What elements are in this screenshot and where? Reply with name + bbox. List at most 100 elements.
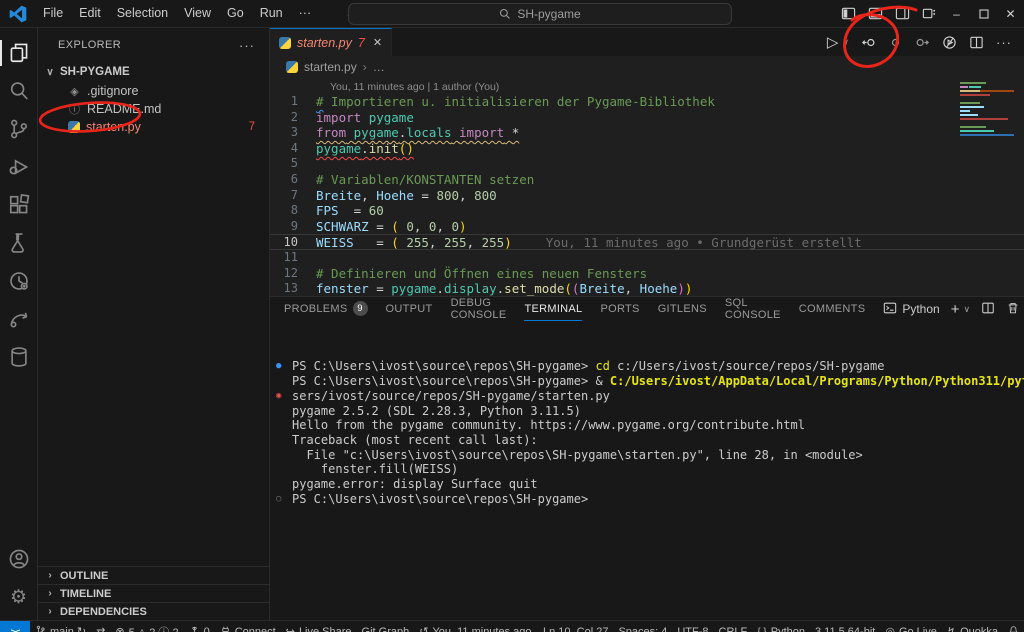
next-change-button[interactable] (915, 35, 930, 50)
toggle-secondary-sidebar-button[interactable] (889, 0, 916, 27)
remote-indicator[interactable]: >< (0, 621, 30, 632)
more-actions-button[interactable]: ··· (996, 35, 1012, 50)
section-outline[interactable]: ›OUTLINE (38, 566, 269, 584)
change-indicator-icon[interactable] (888, 35, 903, 50)
git-branch[interactable]: main ↻ (30, 621, 91, 632)
code-line-6[interactable]: 6# Variablen/KONSTANTEN setzen (270, 172, 1024, 188)
menu-file[interactable]: File (35, 0, 71, 27)
cursor-position[interactable]: Ln 10, Col 27 (538, 621, 613, 632)
terminal-shell-label[interactable]: Python (902, 302, 939, 316)
menu-edit[interactable]: Edit (71, 0, 109, 27)
line-number: 1 (270, 94, 316, 110)
gitlens-blame[interactable]: ↺You, 11 minutes ago (414, 621, 536, 632)
quokka[interactable]: ↯Quokka (942, 621, 1003, 632)
code-line-12[interactable]: 12# Definieren und Öffnen eines neuen Fe… (270, 266, 1024, 282)
line-number: 13 (270, 281, 316, 296)
code-line-9[interactable]: 9SCHWARZ = ( 0, 0, 0) (270, 219, 1024, 235)
breadcrumb[interactable]: starten.py › … (270, 56, 1024, 78)
ports-forwarded[interactable]: 0 (184, 621, 215, 632)
toggle-primary-sidebar-button[interactable] (835, 0, 862, 27)
menu-view[interactable]: View (176, 0, 219, 27)
panel-tab-ports[interactable]: PORTS (600, 297, 639, 321)
menu-[interactable]: ··· (291, 0, 320, 27)
code-line-13[interactable]: 13fenster = pygame.display.set_mode((Bre… (270, 281, 1024, 296)
testing-icon[interactable] (0, 224, 38, 262)
previous-change-button[interactable] (861, 35, 876, 50)
explorer-root-folder[interactable]: ∨ SH-PYGAME (38, 62, 269, 82)
customize-layout-button[interactable] (916, 0, 943, 27)
explorer-icon[interactable] (0, 34, 38, 72)
menu-go[interactable]: Go (219, 0, 252, 27)
panel-tab-comments[interactable]: COMMENTS (799, 297, 866, 321)
code-line-4[interactable]: 4pygame.init() (270, 141, 1024, 157)
code-line-3[interactable]: 3from pygame.locals import * (270, 125, 1024, 141)
search-sidebar-icon[interactable] (0, 72, 38, 110)
notifications-bell[interactable] (1003, 621, 1024, 632)
live-share-icon[interactable] (0, 300, 38, 338)
run-or-debug-button[interactable] (942, 35, 957, 50)
kill-terminal-button[interactable] (1006, 301, 1020, 318)
explorer-more-actions[interactable]: ··· (239, 38, 255, 53)
extensions-icon[interactable] (0, 186, 38, 224)
code-line-2[interactable]: 2import pygame (270, 110, 1024, 126)
activity-bar: ⚙ (0, 28, 38, 620)
live-share[interactable]: ↪Live Share (281, 621, 357, 632)
maximize-button[interactable] (970, 0, 997, 27)
problems-summary[interactable]: ⊗5 △ 2 ⓘ 2 (110, 621, 183, 632)
split-editor-button[interactable] (969, 35, 984, 50)
codelens-blame[interactable]: You, 11 minutes ago | 1 author (You) (270, 81, 1024, 93)
new-terminal-button[interactable]: + (951, 301, 960, 318)
command-center-search[interactable]: SH-pygame (348, 3, 732, 25)
panel-tab-output[interactable]: OUTPUT (386, 297, 433, 321)
file-item-readme-md[interactable]: ⓘREADME.md (38, 100, 269, 118)
git-graph[interactable]: Git Graph (357, 621, 415, 632)
encoding[interactable]: UTF-8 (672, 621, 713, 632)
section-dependencies[interactable]: ›DEPENDENCIES (38, 602, 269, 620)
menu-run[interactable]: Run (252, 0, 291, 27)
sql-connect[interactable]: Connect (215, 621, 281, 632)
terminal-line: PS C:\Users\ivost\source\repos\SH-pygame… (270, 374, 1024, 389)
split-terminal-button[interactable] (981, 301, 995, 318)
run-debug-icon[interactable] (0, 148, 38, 186)
tab-starten-py[interactable]: starten.py 7 ✕ (270, 28, 392, 56)
minimap[interactable] (960, 82, 1014, 142)
eol[interactable]: CRLF (714, 621, 753, 632)
panel-tab-gitlens[interactable]: GITLENS (658, 297, 707, 321)
panel-tab-sql-console[interactable]: SQL CONSOLE (725, 297, 781, 321)
file-item--gitignore[interactable]: ◈.gitignore (38, 82, 269, 100)
minimize-button[interactable]: – (943, 0, 970, 27)
code-line-10[interactable]: 10WEISS = ( 255, 255, 255)You, 11 minute… (270, 234, 1024, 250)
database-icon[interactable] (0, 338, 38, 376)
panel-tab-debug-console[interactable]: DEBUG CONSOLE (451, 297, 507, 321)
code-line-7[interactable]: 7Breite, Hoehe = 800, 800 (270, 188, 1024, 204)
indentation[interactable]: Spaces: 4 (613, 621, 672, 632)
run-python-file-button[interactable]: ▷ (827, 33, 839, 51)
account-icon[interactable] (0, 540, 38, 578)
terminal-output[interactable]: ●PS C:\Users\ivost\source\repos\SH-pygam… (270, 321, 1024, 620)
file-item-starten-py[interactable]: starten.py7 (38, 118, 269, 136)
gutter-spacer (276, 433, 292, 448)
close-window-button[interactable]: ✕ (997, 0, 1024, 27)
editor-tab-bar: starten.py 7 ✕ ▷ ∨ (270, 28, 1024, 56)
code-line-11[interactable]: 11 (270, 250, 1024, 266)
go-live[interactable]: ◎Go Live (880, 621, 942, 632)
language-mode[interactable]: { }Python (752, 621, 810, 632)
python-interpreter[interactable]: 3.11.5 64-bit (810, 621, 880, 632)
editor-actions: ▷ ∨ · (827, 28, 1024, 56)
toggle-panel-button[interactable] (862, 0, 889, 27)
code-line-5[interactable]: 5 (270, 156, 1024, 172)
run-dropdown-icon[interactable]: ∨ (842, 37, 849, 48)
code-line-8[interactable]: 8FPS = 60 (270, 203, 1024, 219)
section-timeline[interactable]: ›TIMELINE (38, 584, 269, 602)
close-tab-icon[interactable]: ✕ (373, 36, 382, 49)
gitlens-icon[interactable] (0, 262, 38, 300)
settings-gear-icon[interactable]: ⚙ (0, 578, 38, 616)
panel-tab-problems[interactable]: PROBLEMS9 (284, 297, 368, 321)
gitlens-compare[interactable]: ⇄ (91, 621, 110, 632)
code-line-1[interactable]: 1# Importieren u. initialisieren der Pyg… (270, 94, 1024, 110)
panel-tab-terminal[interactable]: TERMINAL (524, 297, 582, 321)
source-control-icon[interactable] (0, 110, 38, 148)
menu-selection[interactable]: Selection (109, 0, 176, 27)
code-editor[interactable]: You, 11 minutes ago | 1 author (You) 1# … (270, 78, 1024, 296)
terminal-profile-dropdown-icon[interactable]: ∨ (963, 304, 970, 315)
